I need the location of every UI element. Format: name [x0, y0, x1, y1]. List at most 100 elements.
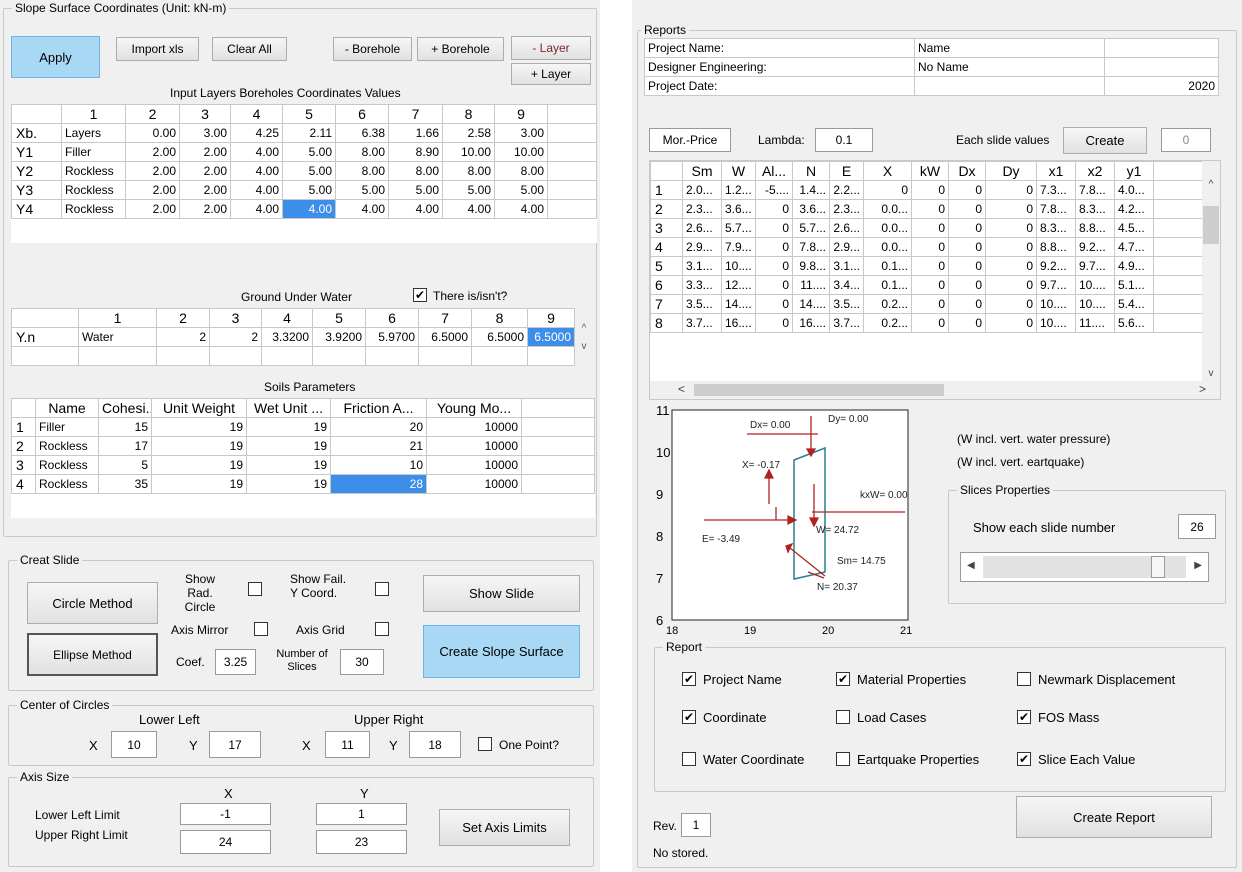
scroll-right-icon[interactable]: > — [1199, 382, 1206, 396]
slice-cell[interactable]: 16.... — [792, 313, 830, 333]
remove-borehole-button[interactable]: - Borehole — [333, 37, 412, 61]
slider-right-icon[interactable]: ▶ — [1194, 560, 1202, 571]
show-fail-checkbox[interactable] — [375, 582, 389, 596]
slice-col-header[interactable]: x2 — [1075, 161, 1115, 181]
soil-cell[interactable]: 10000 — [426, 455, 522, 475]
water-col-header[interactable]: 7 — [418, 308, 472, 328]
coord-cell[interactable]: 4.00 — [282, 199, 336, 219]
slice-cell[interactable]: 3.5... — [682, 294, 722, 314]
apply-button[interactable]: Apply — [11, 36, 100, 78]
slice-cell[interactable]: 10.... — [1036, 313, 1076, 333]
water-col-header[interactable]: 4 — [261, 308, 313, 328]
water-row-header[interactable]: Y.n — [11, 327, 79, 347]
slice-cell[interactable]: 0 — [985, 294, 1037, 314]
slice-cell[interactable]: 7.8... — [1075, 180, 1115, 200]
slice-cell[interactable]: 0 — [948, 218, 986, 238]
axis-ll-x-input[interactable]: -1 — [180, 803, 271, 825]
slice-cell[interactable]: 0.0... — [863, 237, 912, 257]
slice-row-header[interactable]: 3 — [650, 218, 683, 238]
coord-cell[interactable]: 1.66 — [388, 123, 443, 143]
slice-cell[interactable]: 9.2... — [1075, 237, 1115, 257]
slice-cell[interactable]: 9.8... — [792, 256, 830, 276]
slice-cell[interactable]: 2.3... — [682, 199, 722, 219]
slice-cell[interactable]: 2.6... — [829, 218, 864, 238]
ur-y-input[interactable]: 18 — [409, 731, 461, 758]
slices-vscrollbar[interactable]: ^ v — [1202, 161, 1220, 383]
report-checkbox[interactable] — [682, 752, 696, 766]
create-report-button[interactable]: Create Report — [1016, 796, 1212, 838]
slice-col-header[interactable]: y1 — [1114, 161, 1154, 181]
slice-col-header[interactable]: N — [792, 161, 830, 181]
slice-cell[interactable]: 0 — [911, 180, 949, 200]
coord-cell[interactable]: 2.00 — [179, 161, 231, 181]
circle-method-button[interactable]: Circle Method — [27, 582, 158, 624]
soil-cell[interactable]: Rockless — [35, 436, 99, 456]
info-cell[interactable] — [1104, 38, 1219, 58]
slice-cell[interactable]: 7.8... — [792, 237, 830, 257]
slice-cell[interactable]: 0 — [911, 199, 949, 219]
slice-cell[interactable]: 12.... — [721, 275, 756, 295]
coord-cell[interactable]: Filler — [61, 142, 126, 162]
slice-cell[interactable]: 9.2... — [1036, 256, 1076, 276]
water-col-header[interactable]: 9 — [527, 308, 575, 328]
info-cell[interactable] — [1104, 57, 1219, 77]
info-cell[interactable] — [914, 76, 1105, 96]
coord-cell[interactable]: 4.00 — [388, 199, 443, 219]
slice-cell[interactable]: 0 — [948, 237, 986, 257]
coord-cell[interactable]: 5.00 — [282, 142, 336, 162]
slice-cell[interactable]: 0 — [911, 237, 949, 257]
slice-cell[interactable]: 10.... — [721, 256, 756, 276]
coord-col-header[interactable]: 5 — [282, 104, 336, 124]
coord-cell[interactable]: 8.90 — [388, 142, 443, 162]
slice-cell[interactable]: 0.0... — [863, 218, 912, 238]
soil-cell[interactable]: 10 — [330, 455, 427, 475]
soil-cell[interactable]: 10000 — [426, 436, 522, 456]
slice-row-header[interactable]: 2 — [650, 199, 683, 219]
slice-cell[interactable]: 4.5... — [1114, 218, 1154, 238]
one-point-checkbox[interactable] — [478, 737, 492, 751]
soil-cell[interactable]: 28 — [330, 474, 427, 494]
slice-cell[interactable]: 1.4... — [792, 180, 830, 200]
soil-cell[interactable]: 19 — [246, 474, 331, 494]
slice-row-header[interactable]: 6 — [650, 275, 683, 295]
slice-cell[interactable]: 14.... — [792, 294, 830, 314]
water-col-header[interactable]: 3 — [209, 308, 262, 328]
rev-input[interactable]: 1 — [681, 813, 711, 837]
water-cell[interactable]: 2 — [209, 327, 262, 347]
slice-cell[interactable]: 1.2... — [721, 180, 756, 200]
create-button[interactable]: Create — [1063, 127, 1147, 154]
soil-row-header[interactable]: 2 — [11, 436, 36, 456]
import-xls-button[interactable]: Import xls — [116, 37, 199, 61]
coord-cell[interactable]: 10.00 — [494, 142, 548, 162]
coord-cell[interactable]: 5.00 — [335, 180, 389, 200]
info-cell[interactable]: 2020 — [1104, 76, 1219, 96]
coord-cell[interactable]: 2.58 — [442, 123, 495, 143]
slice-col-header[interactable]: E — [829, 161, 864, 181]
slice-cell[interactable]: 0 — [985, 313, 1037, 333]
slice-cell[interactable]: 0 — [755, 237, 793, 257]
slice-cell[interactable]: 0.1... — [863, 256, 912, 276]
slice-cell[interactable]: 3.5... — [829, 294, 864, 314]
report-checkbox[interactable] — [1017, 710, 1031, 724]
slice-cell[interactable]: 0.0... — [863, 199, 912, 219]
slice-col-header[interactable]: Al... — [755, 161, 793, 181]
coord-cell[interactable]: 10.00 — [442, 142, 495, 162]
slice-cell[interactable]: 11.... — [792, 275, 830, 295]
slice-cell[interactable]: 11.... — [1075, 313, 1115, 333]
water-col-header[interactable]: 8 — [471, 308, 528, 328]
slice-cell[interactable]: 0 — [948, 313, 986, 333]
slice-col-header[interactable]: x1 — [1036, 161, 1076, 181]
slice-cell[interactable]: 3.7... — [682, 313, 722, 333]
soil-cell[interactable]: 19 — [246, 417, 331, 437]
soil-cell[interactable]: Rockless — [35, 455, 99, 475]
slice-cell[interactable]: 7.3... — [1036, 180, 1076, 200]
ll-y-input[interactable]: 17 — [209, 731, 261, 758]
soil-col-header[interactable]: Young Mo... — [426, 398, 522, 418]
coord-cell[interactable]: 8.00 — [335, 161, 389, 181]
slice-cell[interactable]: 5.6... — [1114, 313, 1154, 333]
slice-cell[interactable]: 2.6... — [682, 218, 722, 238]
coord-cell[interactable]: 8.00 — [388, 161, 443, 181]
slice-cell[interactable]: 2.0... — [682, 180, 722, 200]
slice-cell[interactable]: 5.7... — [792, 218, 830, 238]
coord-cell[interactable]: 5.00 — [494, 180, 548, 200]
